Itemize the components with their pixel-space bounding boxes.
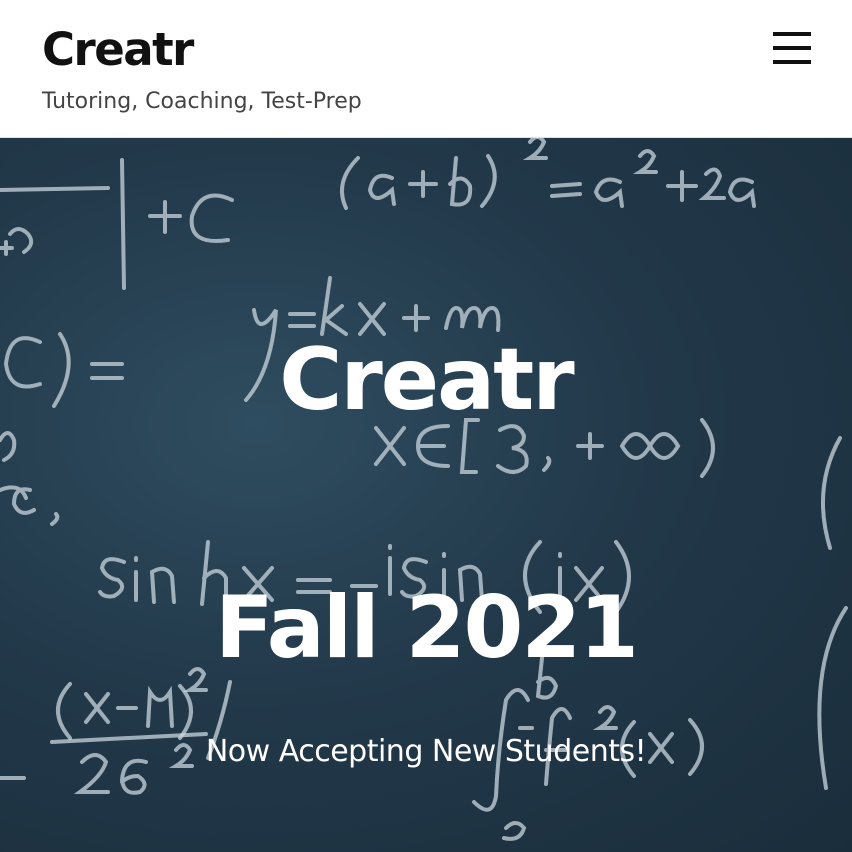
hero-subtitle: Fall 2021 [215,578,639,678]
menu-button[interactable] [770,30,814,66]
hero-banner: Creatr Fall 2021 Now Accepting New Stude… [0,138,852,852]
site-header: Creatr Tutoring, Coaching, Test-Prep [0,0,852,138]
hero-title: Creatr [279,330,574,430]
site-title[interactable]: Creatr [42,22,194,78]
hero-tagline: Now Accepting New Students! [205,734,647,769]
site-tagline: Tutoring, Coaching, Test-Prep [42,89,362,114]
